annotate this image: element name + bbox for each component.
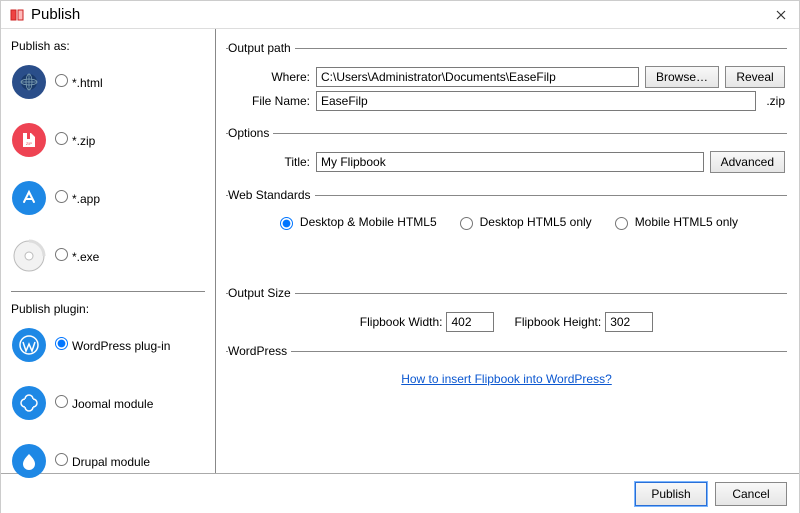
plugin-label: Joomal module [72,397,153,411]
publish-as-label: Publish as: [11,39,205,53]
webstd-label: Desktop & Mobile HTML5 [300,215,437,229]
format-label: *.exe [72,250,99,264]
output-size-legend: Output Size [228,286,295,300]
format-label: *.app [72,192,100,206]
output-path-legend: Output path [228,41,295,55]
webstd-label: Mobile HTML5 only [635,215,738,229]
reveal-button[interactable]: Reveal [725,66,785,88]
wordpress-legend: WordPress [228,344,291,358]
sidebar: Publish as: *.html ZIP *.zip [1,29,216,473]
wordpress-icon [11,327,47,363]
format-radio-exe[interactable]: *.exe [55,248,99,264]
format-row-exe: *.exe [11,233,205,279]
width-input[interactable] [446,312,494,332]
webstd-radio-mobile[interactable]: Mobile HTML5 only [610,214,738,230]
filename-suffix: .zip [762,94,785,108]
format-radio-html[interactable]: *.html [55,74,103,90]
sidebar-divider [11,291,205,292]
web-standards-group: Web Standards Desktop & Mobile HTML5 Des… [226,188,787,232]
app-icon [9,7,25,23]
app-store-icon [11,180,47,216]
wordpress-group: WordPress How to insert Flipbook into Wo… [226,344,787,388]
where-input[interactable] [316,67,639,87]
plugin-radio-wordpress[interactable]: WordPress plug-in [55,337,170,353]
format-label: *.html [72,76,103,90]
titlebar: Publish [1,1,799,29]
plugin-label: WordPress plug-in [72,339,170,353]
zip-icon: ZIP [11,122,47,158]
webstd-radio-both[interactable]: Desktop & Mobile HTML5 [275,214,437,230]
drupal-icon [11,443,47,479]
title-label: Title: [228,155,310,169]
format-row-zip: ZIP *.zip [11,117,205,163]
publish-plugin-label: Publish plugin: [11,302,205,316]
advanced-button[interactable]: Advanced [710,151,785,173]
main-panel: Output path Where: Browse… Reveal File N… [216,29,799,473]
options-legend: Options [228,126,273,140]
disc-icon [11,238,47,274]
plugin-row-joomla: Joomal module [11,380,205,426]
plugin-row-wordpress: WordPress plug-in [11,322,205,368]
cancel-button[interactable]: Cancel [715,482,787,506]
plugin-row-drupal: Drupal module [11,438,205,484]
output-size-group: Output Size Flipbook Width: Flipbook Hei… [226,286,787,334]
width-label: Flipbook Width: [360,315,443,329]
format-row-app: *.app [11,175,205,221]
plugin-radio-joomla[interactable]: Joomal module [55,395,153,411]
filename-input[interactable] [316,91,756,111]
filename-label: File Name: [228,94,310,108]
close-icon [776,10,786,20]
where-label: Where: [228,70,310,84]
plugin-label: Drupal module [72,455,150,469]
web-standards-legend: Web Standards [228,188,315,202]
format-row-html: *.html [11,59,205,105]
close-button[interactable] [771,5,791,25]
browse-button[interactable]: Browse… [645,66,719,88]
options-group: Options Title: Advanced [226,126,787,178]
svg-text:ZIP: ZIP [26,141,33,146]
format-radio-zip[interactable]: *.zip [55,132,95,148]
format-radio-app[interactable]: *.app [55,190,100,206]
webstd-radio-desktop[interactable]: Desktop HTML5 only [455,214,592,230]
format-label: *.zip [72,134,95,148]
height-input[interactable] [605,312,653,332]
plugin-radio-drupal[interactable]: Drupal module [55,453,150,469]
height-label: Flipbook Height: [514,315,601,329]
title-input[interactable] [316,152,704,172]
globe-icon [11,64,47,100]
joomla-icon [11,385,47,421]
wordpress-howto-link[interactable]: How to insert Flipbook into WordPress? [228,372,785,386]
output-path-group: Output path Where: Browse… Reveal File N… [226,41,787,116]
webstd-label: Desktop HTML5 only [480,215,592,229]
publish-button[interactable]: Publish [635,482,707,506]
window-title: Publish [31,6,80,23]
